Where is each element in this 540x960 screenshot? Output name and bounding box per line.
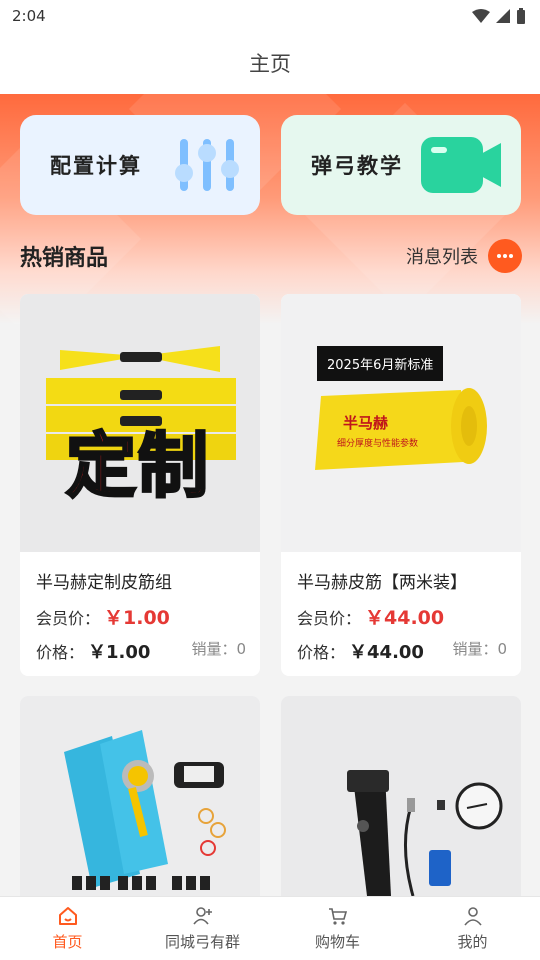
slingshot-teaching-card[interactable]: 弹弓教学 <box>281 115 521 215</box>
signal-icon <box>496 9 510 23</box>
battery-icon <box>517 8 525 24</box>
product-card[interactable]: 定制 半马赫定制皮筋组 会员价： ￥1.00 价格： ￥1.00 销量：0 <box>20 294 260 676</box>
product-image: 定制 <box>20 294 260 552</box>
product-card[interactable] <box>281 696 521 896</box>
price: ￥1.00 <box>88 642 151 663</box>
home-icon <box>58 907 77 925</box>
hot-products-header: 热销商品 消息列表 <box>20 234 522 278</box>
price-row: 价格： ￥44.00 <box>297 638 424 664</box>
sales-count: 销量：0 <box>191 640 246 658</box>
roll-subtitle: 细分厚度与性能参数 <box>337 439 419 449</box>
status-icons <box>472 8 526 24</box>
tab-cart[interactable]: 购物车 <box>270 897 405 960</box>
product-name: 半马赫定制皮筋组 <box>36 573 172 593</box>
member-price-label: 会员价： <box>36 609 101 628</box>
status-bar: 2:04 <box>0 0 540 32</box>
product-image <box>281 696 521 896</box>
price-row: 价格： ￥1.00 <box>36 638 150 664</box>
roll-title: 半马赫 <box>343 414 389 432</box>
message-list-link[interactable]: 消息列表 <box>406 239 522 273</box>
hot-products-title: 热销商品 <box>20 246 109 271</box>
product-image: 2025年6月新标准 半马赫 细分厚度与性能参数 <box>281 294 521 552</box>
page-title: 主页 <box>249 52 291 76</box>
tab-home[interactable]: 首页 <box>0 897 135 960</box>
tab-local-group[interactable]: 同城弓有群 <box>135 897 270 960</box>
price: ￥44.00 <box>349 642 424 663</box>
member-price: ￥44.00 <box>365 607 445 629</box>
member-price: ￥1.00 <box>104 607 170 629</box>
slingshot-teaching-label: 弹弓教学 <box>311 154 403 178</box>
price-label: 价格： <box>36 643 85 662</box>
config-calc-label: 配置计算 <box>50 154 142 178</box>
tab-local-group-label: 同城弓有群 <box>164 933 240 951</box>
price-label: 价格： <box>297 643 346 662</box>
tab-profile-label: 我的 <box>457 933 488 951</box>
tab-profile[interactable]: 我的 <box>405 897 540 960</box>
product-image <box>20 696 260 896</box>
status-time: 2:04 <box>12 7 46 25</box>
chat-bubble-icon <box>488 239 522 273</box>
video-camera-icon <box>421 133 503 197</box>
member-price-row: 会员价： ￥1.00 <box>36 603 170 630</box>
product-card[interactable]: 2025年6月新标准 半马赫 细分厚度与性能参数 半马赫皮筋【两米装】 会员价：… <box>281 294 521 676</box>
custom-overlay-text: 定制 <box>65 424 210 509</box>
tab-home-label: 首页 <box>52 933 83 951</box>
sales-count: 销量：0 <box>452 640 507 658</box>
wifi-icon <box>472 9 490 23</box>
member-price-row: 会员价： ￥44.00 <box>297 603 444 630</box>
bottom-tab-bar: 首页 同城弓有群 购物车 我的 <box>0 896 540 960</box>
config-calc-card[interactable]: 配置计算 <box>20 115 260 215</box>
user-icon <box>463 907 482 926</box>
member-price-label: 会员价： <box>297 609 362 628</box>
product-name: 半马赫皮筋【两米装】 <box>297 573 467 593</box>
product-card[interactable] <box>20 696 260 896</box>
group-add-icon <box>192 907 212 925</box>
tab-cart-label: 购物车 <box>314 933 360 951</box>
title-bar: 主页 <box>0 32 540 94</box>
cart-icon <box>328 908 347 925</box>
sliders-icon <box>172 133 242 197</box>
message-list-label: 消息列表 <box>406 247 478 268</box>
